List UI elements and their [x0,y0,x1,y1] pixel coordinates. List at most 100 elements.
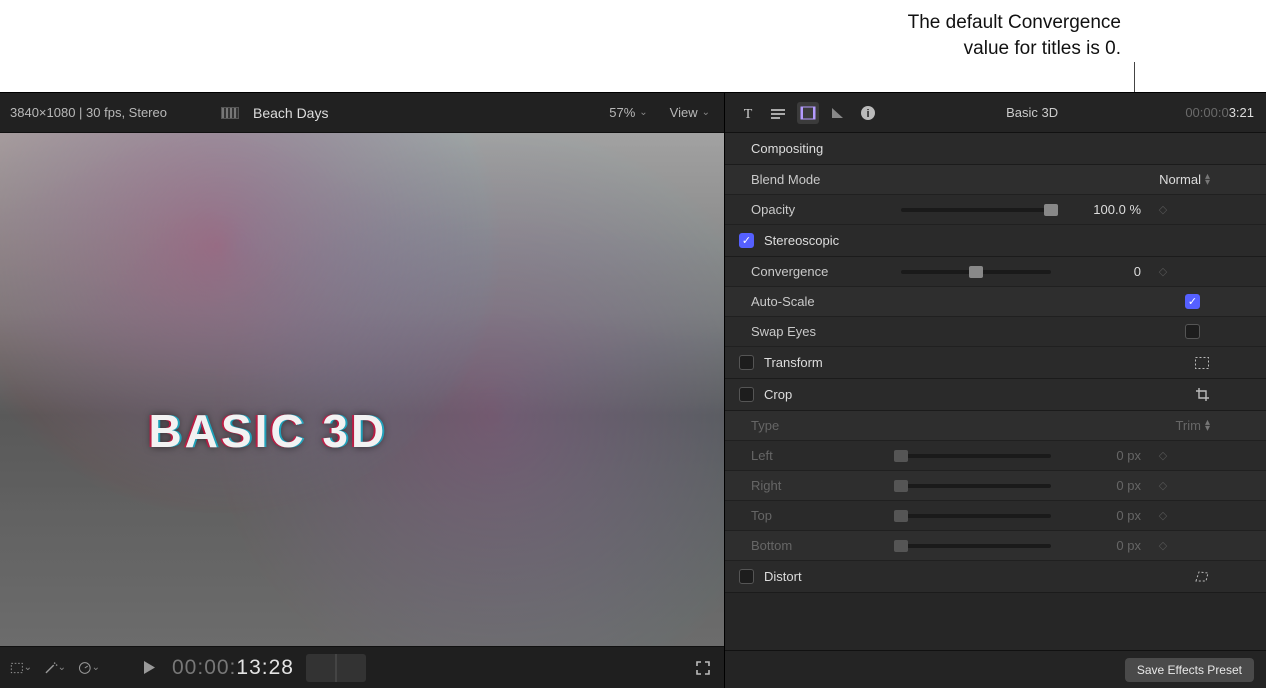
enhance-tool-button[interactable]: ⌄ [44,658,66,678]
crop-section-header[interactable]: Crop [725,379,1266,411]
swapeyes-checkbox[interactable] [1185,324,1200,339]
app-frame: 3840×1080 | 30 fps, Stereo Beach Days 57… [0,92,1266,688]
crop-top-label: Top [751,508,891,523]
convergence-label: Convergence [751,264,891,279]
crop-heading-label: Crop [764,387,792,402]
crop-type-select[interactable]: Trim ▴▾ [1175,418,1218,433]
crop-right-value[interactable]: 0 px [1061,478,1141,493]
annotation-line1: The default Convergence [908,10,1121,36]
chevron-down-icon: ⌄ [58,662,66,673]
play-button[interactable] [138,658,160,678]
opacity-value[interactable]: 100.0 % [1061,202,1141,217]
autoscale-checkbox[interactable]: ✓ [1185,294,1200,309]
save-effects-preset-button[interactable]: Save Effects Preset [1125,658,1254,682]
filmstrip-icon [221,107,239,119]
crop-left-keyframe-button[interactable]: ◇ [1151,449,1175,462]
viewer-canvas[interactable]: BASIC 3D [0,133,724,646]
fullscreen-button[interactable] [692,658,714,678]
transform-enable-checkbox[interactable] [739,355,754,370]
crop-top-keyframe-button[interactable]: ◇ [1151,509,1175,522]
viewer-footer: ⌄ ⌄ ⌄ 00:00:13:28 [0,646,724,688]
select-stepper-icon: ▴▾ [1205,174,1210,186]
stereoscopic-enable-checkbox[interactable]: ✓ [739,233,754,248]
distort-section-header[interactable]: Distort [725,561,1266,593]
annotation-text: The default Convergence value for titles… [908,10,1121,61]
info-inspector-tab[interactable]: i [857,102,879,124]
crop-type-value: Trim [1175,418,1201,433]
crop-type-row: Type Trim ▴▾ [725,411,1266,441]
video-inspector-tab[interactable] [797,102,819,124]
crop-top-slider[interactable] [901,514,1051,518]
viewer-timecode[interactable]: 00:00:13:28 [172,656,294,680]
swapeyes-row: Swap Eyes [725,317,1266,347]
crop-left-slider[interactable] [901,454,1051,458]
crop-top-row: Top 0 px ◇ [725,501,1266,531]
transform-section-header[interactable]: Transform [725,347,1266,379]
distort-enable-checkbox[interactable] [739,569,754,584]
timecode-bright: 13:28 [236,656,294,679]
retime-tool-button[interactable]: ⌄ [78,658,100,678]
chevron-down-icon: ⌄ [92,662,100,673]
autoscale-row: Auto-Scale ✓ [725,287,1266,317]
crop-right-row: Right 0 px ◇ [725,471,1266,501]
crop-enable-checkbox[interactable] [739,387,754,402]
select-stepper-icon: ▴▾ [1205,420,1210,432]
inspector-clip-name: Basic 3D [887,105,1177,120]
inspector-timecode: 00:00:03:21 [1185,105,1254,120]
crop-bottom-slider[interactable] [901,544,1051,548]
timecode-dim: 00:00:0 [1185,105,1228,120]
zoom-dropdown[interactable]: 57% ⌄ [605,103,651,122]
opacity-label: Opacity [751,202,891,217]
timecode-dim: 00:00: [172,656,236,679]
crop-top-value[interactable]: 0 px [1061,508,1141,523]
compositing-section-header[interactable]: Compositing [725,133,1266,165]
swapeyes-label: Swap Eyes [751,324,891,339]
viewer-header: 3840×1080 | 30 fps, Stereo Beach Days 57… [0,93,724,133]
opacity-row: Opacity 100.0 % ◇ [725,195,1266,225]
crop-bottom-value[interactable]: 0 px [1061,538,1141,553]
transform-onscreen-icon[interactable] [1194,356,1210,370]
convergence-value[interactable]: 0 [1061,264,1141,279]
blend-mode-select[interactable]: Normal ▴▾ [1159,172,1218,187]
crop-right-label: Right [751,478,891,493]
opacity-keyframe-button[interactable]: ◇ [1151,203,1175,216]
view-label: View [670,105,698,120]
crop-right-slider[interactable] [901,484,1051,488]
inspector-header: T i Basic 3D 00:00:03:21 [725,93,1266,133]
zoom-value: 57% [609,105,635,120]
blend-mode-value: Normal [1159,172,1201,187]
blend-mode-label: Blend Mode [751,172,891,187]
inspector-body[interactable]: Compositing Blend Mode Normal ▴▾ Opacity… [725,133,1266,650]
svg-text:T: T [744,107,753,121]
autoscale-label: Auto-Scale [751,294,891,309]
anaglyph-preview-image [0,133,724,646]
chevron-down-icon: ⌄ [639,107,647,118]
crop-bottom-row: Bottom 0 px ◇ [725,531,1266,561]
distort-onscreen-icon[interactable] [1194,570,1210,583]
crop-bottom-keyframe-button[interactable]: ◇ [1151,539,1175,552]
blend-mode-row: Blend Mode Normal ▴▾ [725,165,1266,195]
inspector-footer: Save Effects Preset [725,650,1266,688]
audio-skimmer-icon[interactable] [306,654,366,682]
convergence-slider[interactable] [901,270,1051,274]
crop-type-label: Type [751,418,891,433]
text-inspector-tab[interactable]: T [737,102,759,124]
crop-left-value[interactable]: 0 px [1061,448,1141,463]
opacity-slider[interactable] [901,208,1051,212]
chevron-down-icon: ⌄ [702,107,710,118]
viewer-format-info: 3840×1080 | 30 fps, Stereo [10,105,167,120]
title-inspector-tab[interactable] [767,102,789,124]
convergence-keyframe-button[interactable]: ◇ [1151,265,1175,278]
stereoscopic-section-header[interactable]: ✓ Stereoscopic [725,225,1266,257]
crop-left-row: Left 0 px ◇ [725,441,1266,471]
distort-heading-label: Distort [764,569,802,584]
generator-inspector-tab[interactable] [827,102,849,124]
transform-heading-label: Transform [764,355,823,370]
crop-right-keyframe-button[interactable]: ◇ [1151,479,1175,492]
crop-onscreen-icon[interactable] [1195,387,1210,402]
timecode-bright: 3:21 [1229,105,1254,120]
transform-tool-button[interactable]: ⌄ [10,658,32,678]
view-dropdown[interactable]: View ⌄ [666,103,714,122]
chevron-down-icon: ⌄ [24,662,32,673]
inspector-panel: T i Basic 3D 00:00:03:21 Compositing Ble… [724,93,1266,688]
